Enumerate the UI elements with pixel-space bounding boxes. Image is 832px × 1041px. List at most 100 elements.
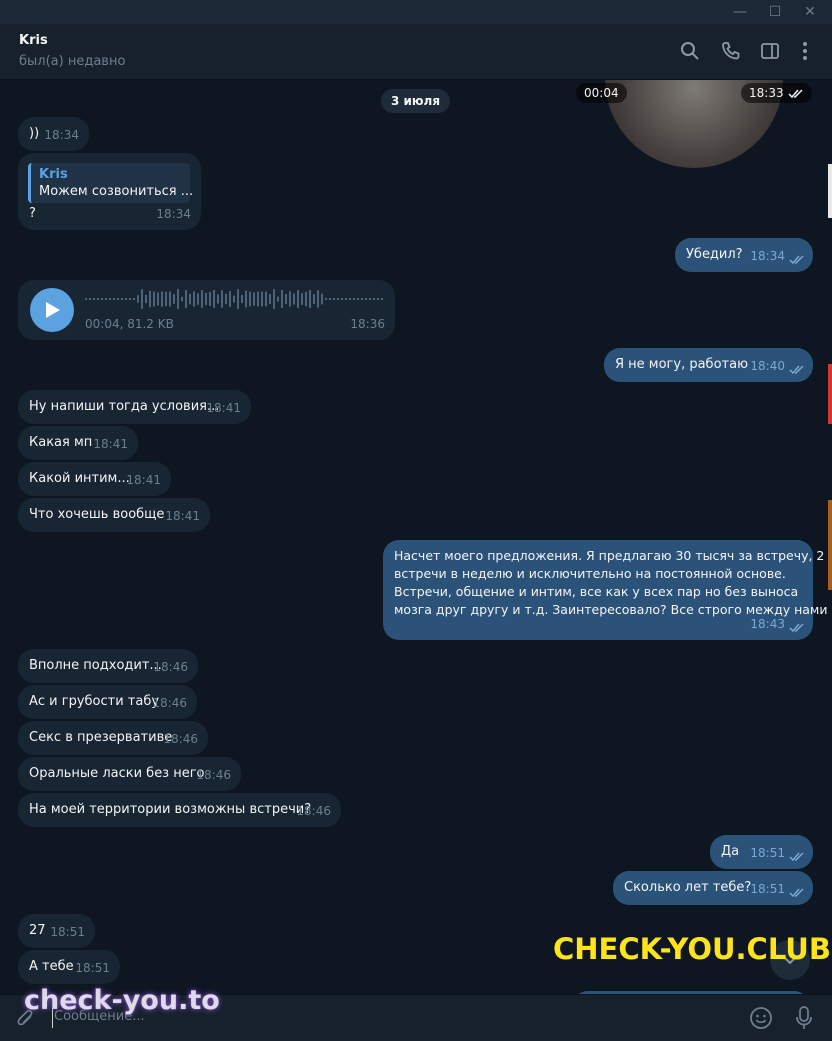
waveform-bar <box>101 298 103 300</box>
video-time: 18:33 <box>741 83 812 103</box>
waveform-bar <box>337 298 339 300</box>
waveform-bar <box>377 298 379 300</box>
message-outgoing[interactable]: Да 18:51 <box>710 835 813 869</box>
read-checks-icon <box>788 89 803 99</box>
phone-icon[interactable] <box>720 40 742 62</box>
minimize-button[interactable]: — <box>730 2 750 22</box>
message-incoming-reply[interactable]: Kris Можем созвониться ... ? 18:34 <box>18 153 201 230</box>
waveform-bar <box>149 290 151 308</box>
message-time: 18:43 <box>750 617 785 631</box>
message-text: Секс в презервативе <box>29 730 173 745</box>
waveform-bar <box>93 298 95 300</box>
microphone-icon[interactable] <box>794 1005 814 1031</box>
message-time: 18:46 <box>153 660 188 674</box>
background-window-edge <box>828 364 832 424</box>
waveform-bar <box>321 293 323 305</box>
waveform-bar <box>117 298 119 300</box>
voice-waveform[interactable] <box>85 289 385 309</box>
waveform-bar <box>357 298 359 300</box>
message-incoming[interactable]: Оральные ласки без него 18:46 <box>18 757 241 791</box>
message-incoming[interactable]: Какая мп 18:41 <box>18 426 138 460</box>
waveform-bar <box>181 296 183 302</box>
waveform-bar <box>233 295 235 303</box>
waveform-bar <box>249 291 251 307</box>
read-checks-icon <box>789 623 804 633</box>
waveform-bar <box>165 291 167 307</box>
message-time: 18:51 <box>750 846 785 860</box>
waveform-bar <box>301 293 303 305</box>
message-outgoing[interactable]: Я не могу, работаю 18:40 <box>604 348 813 382</box>
waveform-bar <box>269 294 271 304</box>
message-time: 18:46 <box>196 768 231 782</box>
sidebar-toggle-icon[interactable] <box>759 40 781 62</box>
message-incoming[interactable]: Ну напиши тогда условия... 18:41 <box>18 390 251 424</box>
message-text: Какая мп <box>29 435 93 450</box>
message-text: Ну напиши тогда условия... <box>29 399 220 414</box>
read-checks-icon <box>789 365 804 375</box>
message-incoming[interactable]: 27 18:51 <box>18 914 95 948</box>
waveform-bar <box>329 298 331 300</box>
message-outgoing[interactable]: Насчет моего предложения. Я предлагаю 30… <box>383 540 827 640</box>
message-outgoing[interactable]: Убедил? 18:34 <box>675 238 813 272</box>
close-window-button[interactable]: ✕ <box>800 2 820 22</box>
message-time: 18:51 <box>50 925 85 939</box>
message-text: ? <box>29 206 36 221</box>
message-outgoing[interactable]: Сколько лет тебе? 18:51 <box>613 871 813 905</box>
waveform-bar <box>365 298 367 300</box>
waveform-bar <box>265 291 267 307</box>
contact-status: был(а) недавно <box>19 54 126 69</box>
maximize-button[interactable]: ☐ <box>765 2 785 22</box>
voice-message[interactable]: 00:04, 81.2 KB 18:36 <box>18 280 395 340</box>
message-incoming[interactable]: Что хочешь вообще 18:41 <box>18 498 210 532</box>
waveform-bar <box>341 298 343 300</box>
waveform-bar <box>121 298 123 300</box>
reply-quote[interactable]: Kris Можем созвониться ... <box>28 163 193 203</box>
message-incoming[interactable]: Ас и грубости табу 18:46 <box>18 685 197 719</box>
message-incoming[interactable]: На моей территории возможны встречи? 18:… <box>18 793 341 827</box>
message-time: 18:34 <box>44 128 79 142</box>
message-text: 27 <box>29 923 46 938</box>
message-text: Убедил? <box>686 247 743 262</box>
message-time: 18:46 <box>296 804 331 818</box>
reply-author: Kris <box>39 167 68 182</box>
message-list[interactable]: 00:04 18:33 3 июля )) 18:34 Kris Можем с… <box>0 80 832 994</box>
waveform-bar <box>153 291 155 307</box>
waveform-bar <box>217 294 219 304</box>
message-time: 18:51 <box>75 961 110 975</box>
waveform-bar <box>309 290 311 308</box>
date-separator: 3 июля <box>381 89 450 113</box>
waveform-bar <box>213 289 215 309</box>
waveform-bar <box>281 290 283 308</box>
waveform-bar <box>109 298 111 300</box>
waveform-bar <box>189 293 191 305</box>
message-time: 18:34 <box>750 249 785 263</box>
message-time: 18:51 <box>750 882 785 896</box>
read-checks-icon <box>789 255 804 265</box>
waveform-bar <box>237 289 239 309</box>
waveform-bar <box>353 298 355 300</box>
more-menu-icon[interactable] <box>794 40 816 62</box>
waveform-bar <box>205 292 207 306</box>
message-incoming[interactable]: Какой интим... 18:41 <box>18 462 171 496</box>
message-incoming[interactable]: Вполне подходит... 18:46 <box>18 649 198 683</box>
waveform-bar <box>161 291 163 307</box>
read-checks-icon <box>789 888 804 898</box>
search-icon[interactable] <box>679 40 701 62</box>
waveform-bar <box>129 298 131 300</box>
waveform-bar <box>277 296 279 302</box>
message-incoming[interactable]: А тебе 18:51 <box>18 950 120 984</box>
message-incoming[interactable]: )) 18:34 <box>18 117 89 151</box>
waveform-bar <box>105 298 107 300</box>
play-button[interactable] <box>30 288 74 332</box>
window-titlebar: — ☐ ✕ <box>0 0 832 24</box>
contact-name[interactable]: Kris <box>19 33 48 48</box>
waveform-bar <box>141 289 143 309</box>
message-text: На моей территории возможны встречи? <box>29 802 312 817</box>
message-incoming[interactable]: Секс в презервативе 18:46 <box>18 721 208 755</box>
waveform-bar <box>97 298 99 300</box>
waveform-bar <box>197 293 199 305</box>
message-text: Ас и грубости табу <box>29 694 160 709</box>
waveform-bar <box>85 298 87 300</box>
message-time: 18:34 <box>156 207 191 221</box>
emoji-icon[interactable] <box>749 1006 773 1030</box>
